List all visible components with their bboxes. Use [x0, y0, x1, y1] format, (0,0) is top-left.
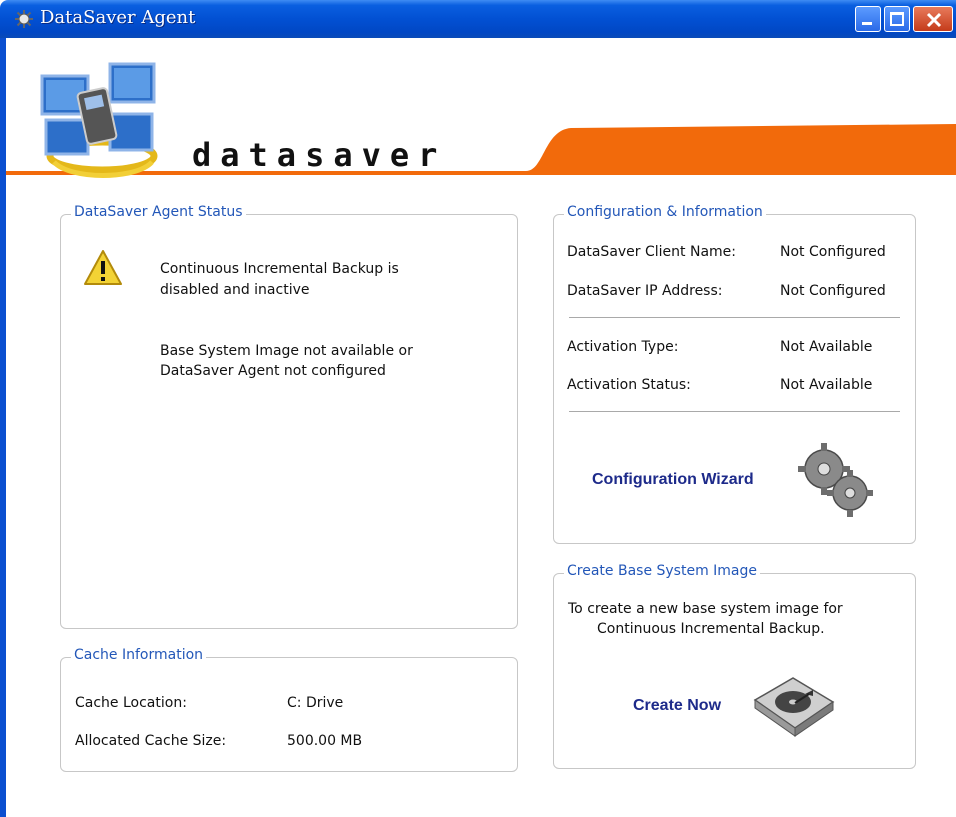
status-line-2a: Base System Image not available or — [160, 343, 413, 359]
client-name-label: DataSaver Client Name: — [567, 244, 736, 260]
hard-drive-icon[interactable] — [751, 670, 837, 740]
cache-location-value: C: Drive — [287, 695, 344, 711]
agent-status-legend: DataSaver Agent Status — [71, 204, 246, 220]
app-icon — [15, 10, 33, 28]
create-image-legend: Create Base System Image — [564, 563, 761, 579]
configuration-legend: Configuration & Information — [564, 204, 766, 220]
agent-status-group: DataSaver Agent Status Continuous Increm… — [60, 204, 518, 629]
activation-status-label: Activation Status: — [567, 377, 691, 393]
maximize-button[interactable] — [884, 6, 910, 32]
client-name-value: Not Configured — [780, 244, 886, 260]
datasaver-logo-icon — [40, 62, 158, 178]
cache-location-label: Cache Location: — [75, 695, 187, 711]
cache-info-group: Cache Information Cache Location: C: Dri… — [60, 647, 518, 772]
brand-name: datasaver — [192, 136, 447, 174]
config-divider-1 — [569, 317, 900, 318]
warning-icon — [84, 250, 122, 285]
close-icon — [926, 12, 942, 28]
header-banner: datasaver — [6, 38, 956, 180]
close-button[interactable] — [913, 6, 953, 32]
ip-address-label: DataSaver IP Address: — [567, 283, 723, 299]
minimize-button[interactable] — [855, 6, 881, 32]
config-divider-2 — [569, 411, 900, 412]
activation-type-value: Not Available — [780, 339, 873, 355]
configuration-group: Configuration & Information DataSaver Cl… — [553, 204, 916, 544]
status-line-1a: Continuous Incremental Backup is — [160, 261, 399, 277]
activation-type-label: Activation Type: — [567, 339, 679, 355]
status-line-1b: disabled and inactive — [160, 282, 310, 298]
title-bar[interactable]: DataSaver Agent — [0, 0, 956, 38]
gears-icon[interactable] — [796, 441, 876, 519]
cache-size-value: 500.00 MB — [287, 733, 363, 749]
configuration-wizard-link[interactable]: Configuration Wizard — [592, 471, 754, 489]
cache-size-label: Allocated Cache Size: — [75, 733, 227, 749]
status-line-2b: DataSaver Agent not configured — [160, 363, 386, 379]
activation-status-value: Not Available — [780, 377, 873, 393]
create-image-group: Create Base System Image To create a new… — [553, 563, 916, 769]
create-now-link[interactable]: Create Now — [633, 697, 721, 715]
window-title: DataSaver Agent — [40, 7, 196, 28]
create-image-desc-2: Continuous Incremental Backup. — [597, 621, 825, 637]
cache-info-legend: Cache Information — [71, 647, 207, 663]
ip-address-value: Not Configured — [780, 283, 886, 299]
create-image-desc-1: To create a new base system image for — [568, 601, 843, 617]
